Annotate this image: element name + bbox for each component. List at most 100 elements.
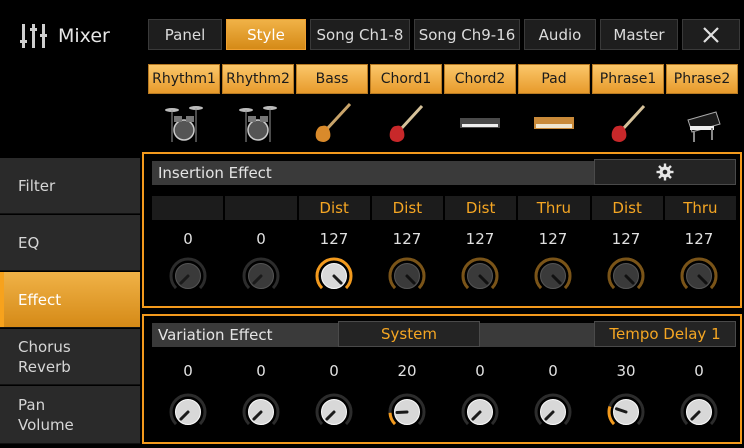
tab-panel[interactable]: Panel: [148, 19, 222, 50]
part-chord2[interactable]: Chord2: [444, 64, 516, 154]
knob[interactable]: [387, 256, 427, 296]
gear-icon: [656, 163, 674, 181]
variation-value: 0: [694, 362, 704, 380]
insertion-type-cell[interactable]: Thru: [664, 196, 736, 220]
close-button[interactable]: [682, 19, 740, 50]
part-label: Rhythm1: [148, 64, 220, 94]
part-label: Pad: [518, 64, 590, 94]
knob[interactable]: [533, 392, 573, 432]
part-phrase2[interactable]: Phrase2: [666, 64, 738, 154]
tab-style[interactable]: Style: [226, 19, 306, 50]
app-title: Mixer: [18, 20, 110, 52]
insertion-effect-header: Insertion Effect: [152, 159, 736, 185]
part-bass[interactable]: Bass: [296, 64, 368, 154]
insertion-settings-button[interactable]: [594, 159, 736, 185]
grand-piano-icon: [687, 111, 721, 142]
part-label: Chord1: [370, 64, 442, 94]
synth-icon: [534, 117, 574, 129]
variation-value: 0: [475, 362, 485, 380]
insertion-value: 127: [538, 230, 568, 248]
knob[interactable]: [314, 256, 354, 296]
knob[interactable]: [606, 392, 646, 432]
app-title-text: Mixer: [58, 25, 110, 47]
electric-guitar-icon: [611, 104, 646, 142]
header-bar: Mixer Panel Style Song Ch1-8 Song Ch9-16…: [0, 0, 744, 64]
insertion-channel: 0: [225, 226, 297, 304]
variation-channel: 0: [663, 352, 735, 442]
insertion-type-cell[interactable]: Dist: [298, 196, 370, 220]
part-chord1[interactable]: Chord1: [370, 64, 442, 154]
part-label: Phrase1: [592, 64, 664, 94]
sidebar-item-effect[interactable]: Effect: [0, 272, 140, 328]
part-label: Rhythm2: [222, 64, 294, 94]
variation-channel: 0: [152, 352, 224, 442]
insertion-channel: 127: [517, 226, 589, 304]
knob[interactable]: [387, 392, 427, 432]
knob[interactable]: [679, 256, 719, 296]
insertion-channel: 127: [371, 226, 443, 304]
insertion-type-cell[interactable]: [225, 196, 297, 220]
knob[interactable]: [168, 392, 208, 432]
knob[interactable]: [168, 256, 208, 296]
tab-master[interactable]: Master: [600, 19, 678, 50]
keyboard-icon: [460, 118, 500, 128]
insertion-value: 127: [465, 230, 495, 248]
knob[interactable]: [314, 392, 354, 432]
variation-value: 20: [397, 362, 417, 380]
insertion-value: 0: [183, 230, 193, 248]
variation-effect-panel: Variation Effect System Tempo Delay 1 0 0…: [142, 314, 742, 444]
knob[interactable]: [460, 392, 500, 432]
drum-kit-icon: [165, 106, 203, 142]
tab-song-ch9-16[interactable]: Song Ch9-16: [414, 19, 520, 50]
variation-effect-header: Variation Effect System Tempo Delay 1: [152, 321, 736, 347]
variation-value: 0: [329, 362, 339, 380]
part-rhythm1[interactable]: Rhythm1: [148, 64, 220, 154]
insertion-effect-panel: Insertion Effect Dist Dist Dist Thru Dis…: [142, 152, 742, 308]
insertion-value: 127: [684, 230, 714, 248]
insertion-type-cell[interactable]: Dist: [591, 196, 663, 220]
part-rhythm2[interactable]: Rhythm2: [222, 64, 294, 154]
tab-audio[interactable]: Audio: [524, 19, 596, 50]
insertion-value: 0: [256, 230, 266, 248]
close-icon: [703, 26, 719, 43]
variation-value: 0: [183, 362, 193, 380]
bass-guitar-icon: [315, 102, 352, 142]
variation-effect-title: Variation Effect: [158, 326, 273, 344]
sidebar-item-pan-volume[interactable]: Pan Volume: [0, 386, 140, 444]
sidebar-item-chorus-reverb[interactable]: Chorus Reverb: [0, 329, 140, 385]
sidebar-item-label: Filter: [18, 176, 56, 195]
part-label: Bass: [296, 64, 368, 94]
insertion-value: 127: [611, 230, 641, 248]
part-label: Phrase2: [666, 64, 738, 94]
sidebar-item-filter[interactable]: Filter: [0, 158, 140, 214]
part-phrase1[interactable]: Phrase1: [592, 64, 664, 154]
knob[interactable]: [606, 256, 646, 296]
knob[interactable]: [241, 256, 281, 296]
insertion-type-cell[interactable]: Thru: [518, 196, 590, 220]
part-row: Rhythm1 Rhythm2 Bass Chord1 Chord2 Pad P…: [148, 64, 744, 154]
sidebar-item-label: Effect: [18, 290, 62, 309]
system-button[interactable]: System: [338, 321, 480, 347]
knob[interactable]: [241, 392, 281, 432]
variation-channel: 0: [298, 352, 370, 442]
part-label: Chord2: [444, 64, 516, 94]
sidebar-item-eq[interactable]: EQ: [0, 215, 140, 271]
insertion-type-cell[interactable]: [152, 196, 224, 220]
tab-song-ch1-8[interactable]: Song Ch1-8: [310, 19, 410, 50]
insertion-type-cell[interactable]: Dist: [445, 196, 517, 220]
knob[interactable]: [533, 256, 573, 296]
variation-value: 30: [616, 362, 636, 380]
variation-channel: 20: [371, 352, 443, 442]
insertion-type-cell[interactable]: Dist: [371, 196, 443, 220]
insertion-effect-title: Insertion Effect: [158, 164, 272, 182]
electric-guitar-icon: [389, 104, 424, 142]
variation-channel: 30: [590, 352, 662, 442]
part-pad[interactable]: Pad: [518, 64, 590, 154]
insertion-channel: 127: [663, 226, 735, 304]
mixer-icon: [18, 22, 48, 50]
knob[interactable]: [460, 256, 500, 296]
variation-value: 0: [548, 362, 558, 380]
knob[interactable]: [679, 392, 719, 432]
variation-value: 0: [256, 362, 266, 380]
variation-type-button[interactable]: Tempo Delay 1: [594, 321, 736, 347]
